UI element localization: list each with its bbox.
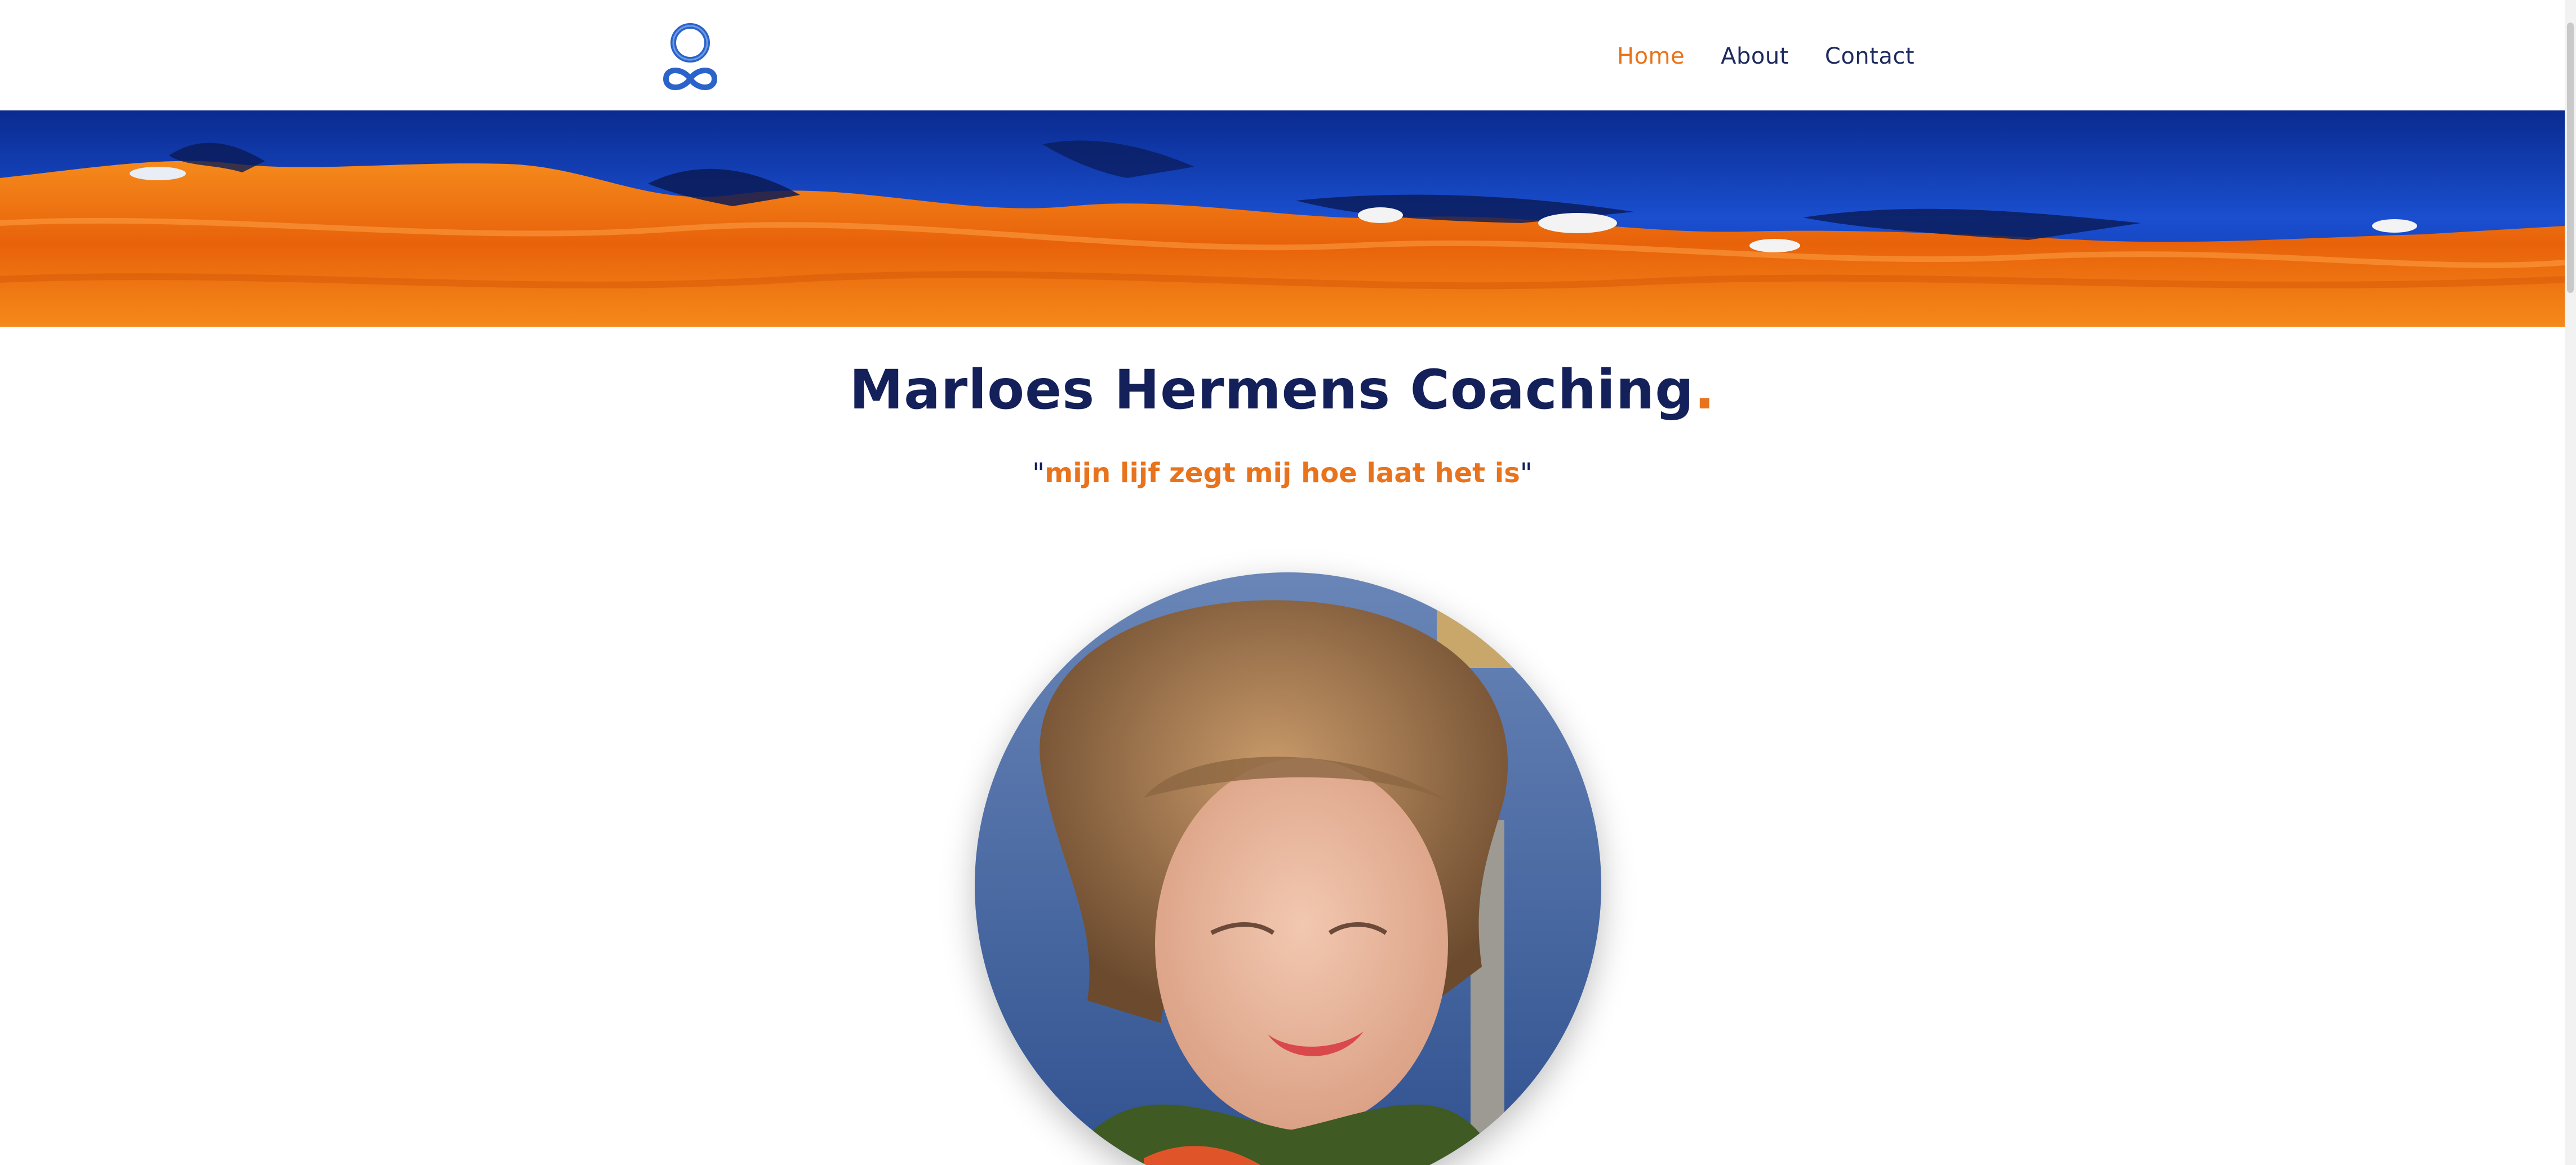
tagline-text: mijn lijf zegt mij hoe laat het is bbox=[1045, 457, 1520, 489]
quote-open-mark: " bbox=[1032, 457, 1045, 489]
scrollbar-thumb[interactable] bbox=[2567, 23, 2574, 293]
page: Home About Contact Marloes Hermens Coach… bbox=[0, 0, 2576, 1165]
portrait-photo bbox=[975, 572, 1601, 1165]
page-title: Marloes Hermens Coaching. bbox=[0, 358, 2565, 421]
main-nav: Home About Contact bbox=[1617, 41, 1915, 72]
nav-item-home[interactable]: Home bbox=[1617, 41, 1685, 72]
quote-close-mark: " bbox=[1520, 457, 1533, 489]
hero-banner-image bbox=[0, 110, 2565, 327]
nav-item-contact[interactable]: Contact bbox=[1825, 41, 1915, 72]
title-dot: . bbox=[1694, 358, 1716, 421]
page-scrollbar[interactable] bbox=[2565, 0, 2576, 1165]
logo-icon[interactable] bbox=[660, 20, 720, 91]
nav-item-about[interactable]: About bbox=[1721, 41, 1789, 72]
page-title-text: Marloes Hermens Coaching bbox=[849, 358, 1694, 421]
tagline-quote: "mijn lijf zegt mij hoe laat het is" bbox=[0, 457, 2565, 489]
site-header: Home About Contact bbox=[0, 0, 2576, 110]
